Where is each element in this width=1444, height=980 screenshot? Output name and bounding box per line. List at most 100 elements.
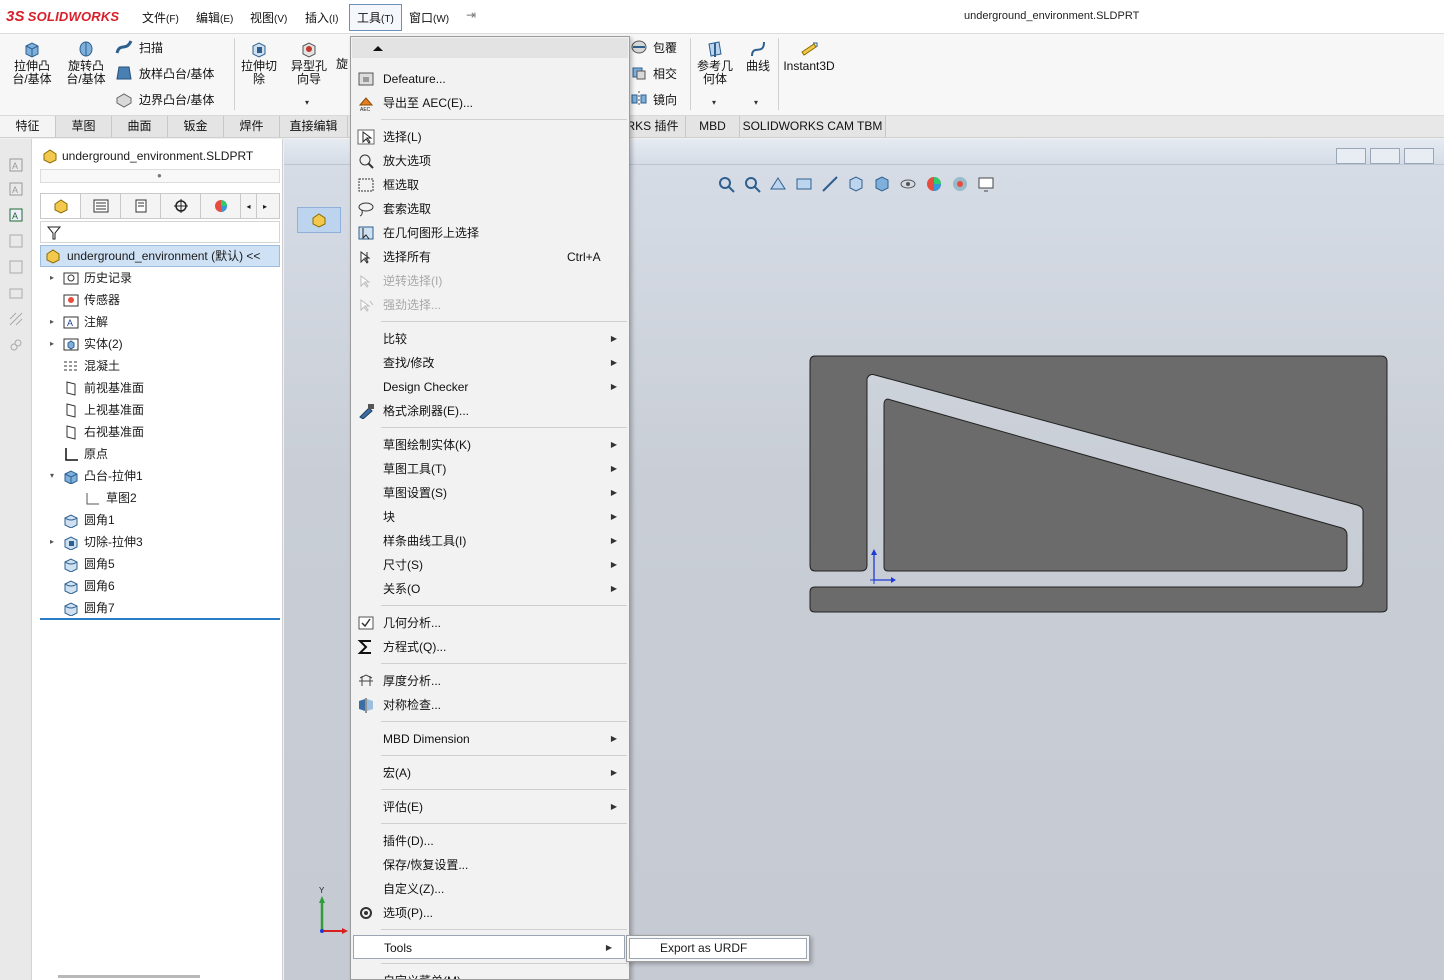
zoom-to-area-icon[interactable] [742, 174, 762, 194]
tab-features[interactable]: 特征 [0, 116, 56, 137]
horizontal-scrollbar[interactable] [58, 975, 200, 978]
tree-item-7[interactable]: 上视基准面 [46, 400, 144, 420]
boundary-boss-button[interactable]: 边界凸台/基体 [114, 90, 214, 108]
menu-item-7[interactable]: 套索选取 [351, 197, 629, 221]
expand-arrow-icon[interactable]: ▸ [46, 312, 58, 332]
tab-weldments[interactable]: 焊件 [224, 116, 280, 137]
tree-item-1[interactable]: ▸ 历史记录 [46, 268, 132, 288]
menu-item-30[interactable]: 对称检查... [351, 693, 629, 717]
menu-item-40[interactable]: 自定义(Z)... [351, 877, 629, 901]
menu-item-15[interactable]: Design Checker ▶ [351, 375, 629, 399]
tab-scroll-right-icon[interactable]: ▸ [257, 194, 273, 218]
instant3d-button[interactable]: Instant3D [782, 40, 836, 73]
datum-icon[interactable] [8, 285, 24, 301]
loft-button[interactable]: 放样凸台/基体 [114, 64, 214, 82]
mirror-button[interactable]: 镜向 [630, 90, 677, 108]
intersect-button[interactable]: 相交 [630, 64, 677, 82]
annotation-active-icon[interactable]: A [8, 207, 24, 223]
menu-item-18[interactable]: 草图绘制实体(K) ▶ [351, 433, 629, 457]
menu-item-38[interactable]: 插件(D)... [351, 829, 629, 853]
hole-wizard-button[interactable]: 异型孔 向导 [286, 40, 332, 86]
menu-item-19[interactable]: 草图工具(T) ▶ [351, 457, 629, 481]
tree-item-3[interactable]: ▸ A 注解 [46, 312, 108, 332]
rollback-bar[interactable] [40, 618, 280, 620]
display-manager-tab[interactable] [201, 194, 241, 218]
tree-item-6[interactable]: 前视基准面 [46, 378, 144, 398]
display-style-icon[interactable] [872, 174, 892, 194]
dimxpert-tab[interactable] [161, 194, 201, 218]
menu-item-27[interactable]: 方程式(Q)... [351, 635, 629, 659]
menu-item-10[interactable]: 逆转选择(I) [351, 269, 629, 293]
tile-right-icon[interactable] [1370, 148, 1400, 164]
menu-item-26[interactable]: 几何分析... [351, 611, 629, 635]
menu-item-11[interactable]: 强劲选择... [351, 293, 629, 317]
property-manager-tab[interactable] [81, 194, 121, 218]
tree-item-8[interactable]: 右视基准面 [46, 422, 144, 442]
expand-arrow-icon[interactable]: ▸ [46, 268, 58, 288]
tree-item-4[interactable]: ▸ 实体(2) [46, 334, 123, 354]
menu-item-21[interactable]: 块 ▶ [351, 505, 629, 529]
menu-file[interactable]: 文件(F) [142, 9, 179, 26]
menu-item-2[interactable]: AEC 导出至 AEC(E)... [351, 91, 629, 115]
tree-filter[interactable] [40, 221, 280, 243]
feature-tree-tab[interactable] [41, 194, 81, 218]
tree-item-14[interactable]: 圆角5 [46, 554, 115, 574]
menu-item-8[interactable]: 在几何图形上选择 [351, 221, 629, 245]
wrap-button[interactable]: 包覆 [630, 38, 677, 56]
menu-item-9[interactable]: 选择所有 Ctrl+A [351, 245, 629, 269]
configuration-manager-tab[interactable] [121, 194, 161, 218]
apply-scene-icon[interactable] [950, 174, 970, 194]
tab-surfaces[interactable]: 曲面 [112, 116, 168, 137]
menu-item-6[interactable]: 框选取 [351, 173, 629, 197]
edit-appearance-icon[interactable] [924, 174, 944, 194]
menu-view[interactable]: 视图(V) [250, 9, 287, 26]
export-as-urdf-item[interactable]: Export as URDF [629, 938, 807, 959]
solidworks-logo[interactable]: 3S SOLIDWORKS [6, 8, 119, 25]
minimize-icon[interactable] [1404, 148, 1434, 164]
menu-item-20[interactable]: 草图设置(S) ▶ [351, 481, 629, 505]
smart-dimension-icon[interactable]: A [8, 157, 24, 173]
expand-arrow-icon[interactable]: ▸ [46, 532, 58, 552]
surface-finish-icon[interactable] [8, 259, 24, 275]
tab-sheet-metal[interactable]: 钣金 [168, 116, 224, 137]
tile-left-icon[interactable] [1336, 148, 1366, 164]
section-view-icon[interactable] [794, 174, 814, 194]
menu-item-4[interactable]: 选择(L) [351, 125, 629, 149]
menu-item-5[interactable]: 放大选项 [351, 149, 629, 173]
menu-item-14[interactable]: 查找/修改 ▶ [351, 351, 629, 375]
menu-insert[interactable]: 插入(I) [305, 9, 338, 26]
menu-item-22[interactable]: 样条曲线工具(I) ▶ [351, 529, 629, 553]
collapse-arrow-icon[interactable]: ▾ [46, 466, 58, 486]
panel-splitter[interactable]: ● [40, 169, 280, 183]
menu-tools[interactable]: 工具(T) [357, 9, 394, 26]
menu-item-39[interactable]: 保存/恢复设置... [351, 853, 629, 877]
tab-mbd[interactable]: MBD [686, 116, 740, 137]
menu-item-32[interactable]: MBD Dimension ▶ [351, 727, 629, 751]
dynamic-annotation-icon[interactable] [820, 174, 840, 194]
tree-item-2[interactable]: 传感器 [46, 290, 120, 310]
tree-item-10[interactable]: ▾ 凸台-拉伸1 [46, 466, 143, 486]
tab-sketch[interactable]: 草图 [56, 116, 112, 137]
note-icon[interactable]: A [8, 181, 24, 197]
previous-view-icon[interactable] [768, 174, 788, 194]
curves-button[interactable]: 曲线 [740, 40, 776, 73]
zoom-to-fit-icon[interactable] [716, 174, 736, 194]
tree-item-13[interactable]: ▸ 切除-拉伸3 [46, 532, 143, 552]
reference-geometry-dropdown-icon[interactable]: ▾ [712, 98, 716, 107]
tree-root[interactable]: underground_environment (默认) << [40, 245, 280, 267]
menu-item-1[interactable]: Defeature... [351, 67, 629, 91]
tab-direct-editing[interactable]: 直接编辑 [280, 116, 348, 137]
sweep-button[interactable]: 扫描 [114, 38, 163, 56]
menu-scroll-up[interactable] [352, 38, 628, 58]
tree-item-16[interactable]: 圆角7 [46, 598, 115, 618]
pin-menu-icon[interactable]: ⇥ [466, 8, 476, 22]
expand-arrow-icon[interactable]: ▸ [46, 334, 58, 354]
tab-solidworks-cam-tbm[interactable]: SOLIDWORKS CAM TBM [740, 116, 886, 137]
menu-item-23[interactable]: 尺寸(S) ▶ [351, 553, 629, 577]
balloon-icon[interactable] [8, 233, 24, 249]
revolve-boss-button[interactable]: 旋转凸 台/基体 [62, 40, 110, 86]
curves-dropdown-icon[interactable]: ▾ [754, 98, 758, 107]
hole-wizard-dropdown-icon[interactable]: ▾ [305, 98, 309, 107]
hatch-icon[interactable] [8, 311, 24, 327]
tree-item-5[interactable]: 混凝土 [46, 356, 120, 376]
